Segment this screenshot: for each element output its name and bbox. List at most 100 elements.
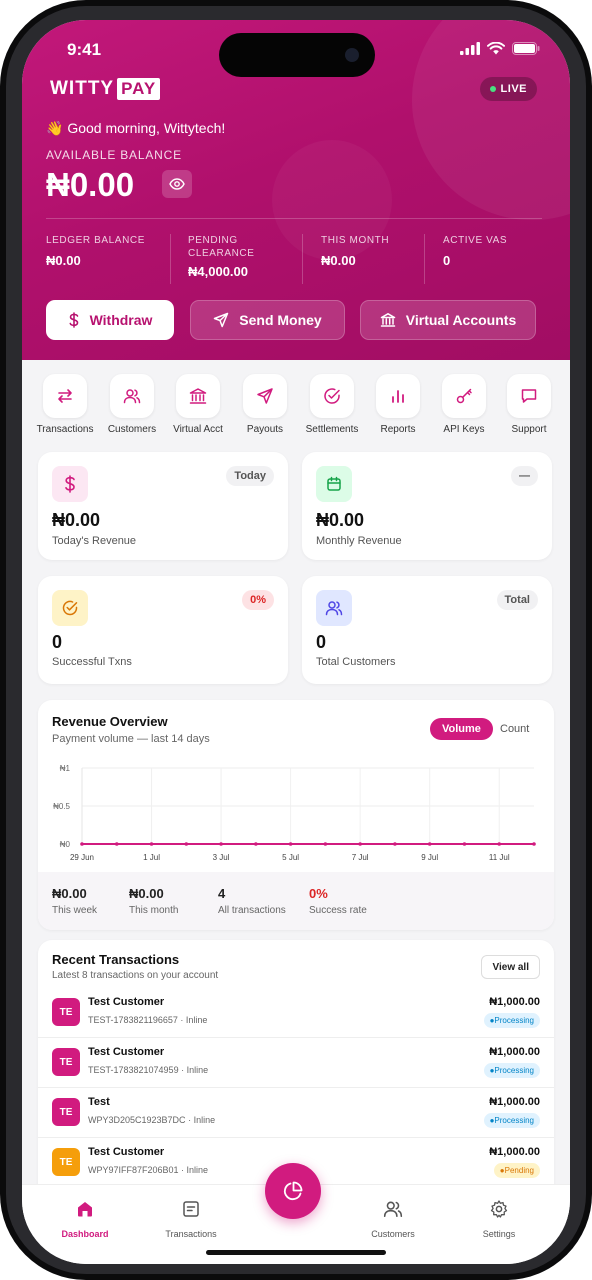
customer-avatar: TE <box>52 1148 80 1176</box>
transaction-channel: Inline <box>185 1015 208 1025</box>
virtual-accounts-button[interactable]: Virtual Accounts <box>360 300 536 340</box>
x-tick-label: 1 Jul <box>143 853 160 862</box>
nav-settings[interactable]: Settings <box>454 1199 544 1239</box>
stat-value: ₦0.00 <box>321 253 356 268</box>
summary-success-rate: 0% Success rate <box>309 886 367 916</box>
quick-action-transactions[interactable]: Transactions <box>33 374 97 435</box>
quick-action-label: Payouts <box>246 424 284 435</box>
wittypay-logo: WITTY PAY <box>50 78 161 100</box>
quick-action-support[interactable]: Support <box>497 374 561 435</box>
nav-dashboard[interactable]: Dashboard <box>40 1199 130 1239</box>
virtual-accounts-label: Virtual Accounts <box>405 312 517 328</box>
nav-customers[interactable]: Customers <box>348 1199 438 1239</box>
kpi-icon-tile <box>52 590 88 626</box>
data-point <box>254 842 258 846</box>
data-point <box>219 842 223 846</box>
quick-action-label: Settlements <box>305 424 359 435</box>
stat-label: ACTIVE VAS <box>443 235 508 246</box>
customer-name: Test <box>88 1096 110 1108</box>
status-badge: ● Processing <box>483 1063 540 1078</box>
kpi-icon-tile <box>316 590 352 626</box>
quick-action-virtual-acct[interactable]: Virtual Acct <box>166 374 230 435</box>
quick-action-settlements[interactable]: Settlements <box>300 374 364 435</box>
kpi-card-monthly-revenue[interactable]: — ₦0.00 Monthly Revenue <box>302 452 552 560</box>
quick-action-tile <box>176 374 220 418</box>
status-badge: ● Processing <box>483 1013 540 1028</box>
customer-name: Test Customer <box>88 1046 165 1058</box>
status-time: 9:41 <box>67 40 102 59</box>
stat-divider <box>170 234 171 284</box>
live-mode-badge[interactable]: LIVE <box>479 77 537 101</box>
kpi-label: Total Customers <box>316 656 396 668</box>
status-label: Processing <box>494 1116 534 1125</box>
transaction-meta: TEST-1783821074959 · Inline <box>88 1065 209 1075</box>
x-tick-label: 3 Jul <box>213 853 230 862</box>
toggle-balance-button[interactable] <box>162 170 192 198</box>
transaction-row[interactable]: TE Test Customer TEST-1783821074959 · In… <box>38 1038 554 1088</box>
quick-action-reports[interactable]: Reports <box>366 374 430 435</box>
kpi-card-todays-revenue[interactable]: Today ₦0.00 Today's Revenue <box>38 452 288 560</box>
stat-divider <box>424 234 425 284</box>
summary-label: Success rate <box>309 905 367 916</box>
stat-ledger-balance: LEDGER BALANCE ₦0.00 <box>46 234 166 268</box>
stat-label: PENDING CLEARANCE <box>188 235 255 259</box>
quick-action-label: Virtual Acct <box>173 424 223 435</box>
summary-label: All transactions <box>218 905 286 916</box>
view-all-button[interactable]: View all <box>481 955 540 979</box>
nav-transactions[interactable]: Transactions <box>146 1199 236 1239</box>
check-circle-icon <box>324 388 340 404</box>
transaction-row[interactable]: TE Test WPY3D205C1923B7DC · Inline ₦1,00… <box>38 1088 554 1138</box>
toggle-count[interactable]: Count <box>488 718 541 740</box>
data-point <box>532 842 536 846</box>
y-tick-label: ₦1 <box>60 764 71 773</box>
data-point <box>184 842 189 846</box>
send-icon <box>257 388 273 404</box>
quick-action-label: Transactions <box>36 424 94 435</box>
quick-action-label: Customers <box>107 424 157 435</box>
withdraw-button[interactable]: Withdraw <box>46 300 174 340</box>
transaction-meta: WPY97IFF87F206B01 · Inline <box>88 1165 209 1175</box>
summary-label: This month <box>129 905 179 916</box>
quick-action-tile <box>442 374 486 418</box>
transaction-row[interactable]: TE Test Customer TEST-1783821196657 · In… <box>38 988 554 1038</box>
data-point <box>323 842 328 846</box>
stat-divider <box>302 234 303 284</box>
quick-action-tile <box>43 374 87 418</box>
kpi-value: ₦0.00 <box>316 510 365 530</box>
quick-action-tile <box>507 374 551 418</box>
transaction-amount: ₦1,000.00 <box>489 1096 540 1108</box>
quick-action-tile <box>243 374 287 418</box>
kpi-tag: 0% <box>242 590 274 610</box>
eye-icon <box>169 178 185 190</box>
y-tick-label: ₦0.5 <box>53 802 70 811</box>
kpi-label: Today's Revenue <box>52 535 137 547</box>
transaction-ref: TEST-1783821196657 <box>88 1015 178 1025</box>
camera <box>345 48 359 62</box>
revenue-overview-card: Revenue Overview Payment volume — last 1… <box>38 700 554 930</box>
quick-action-customers[interactable]: Customers <box>100 374 164 435</box>
calendar-icon <box>327 476 341 491</box>
summary-value: ₦0.00 <box>129 886 164 901</box>
send-money-button[interactable]: Send Money <box>190 300 345 340</box>
kpi-card-total-customers[interactable]: Total 0 Total Customers <box>302 576 552 684</box>
customer-name: Test Customer <box>88 996 165 1008</box>
header-divider <box>46 218 542 219</box>
transaction-meta: TEST-1783821196657 · Inline <box>88 1015 208 1025</box>
users-icon <box>325 601 343 616</box>
kpi-value: 0 <box>52 632 63 652</box>
dollar-icon <box>65 475 75 493</box>
toggle-volume[interactable]: Volume <box>430 718 493 740</box>
pie-chart-icon <box>283 1181 303 1201</box>
kpi-card-successful-txns[interactable]: 0% 0 Successful Txns <box>38 576 288 684</box>
gear-icon <box>490 1200 508 1218</box>
stat-pending-clearance: PENDING CLEARANCE ₦4,000.00 <box>188 234 298 279</box>
data-point <box>149 842 154 846</box>
quick-action-api-keys[interactable]: API Keys <box>432 374 496 435</box>
recent-transactions-title: Recent Transactions <box>52 952 180 967</box>
status-label: Processing <box>494 1066 534 1075</box>
withdraw-label: Withdraw <box>89 312 153 328</box>
quick-action-payouts[interactable]: Payouts <box>233 374 297 435</box>
analytics-fab-button[interactable] <box>265 1163 321 1219</box>
summary-value: 4 <box>218 886 226 901</box>
nav-label: Transactions <box>165 1229 217 1239</box>
